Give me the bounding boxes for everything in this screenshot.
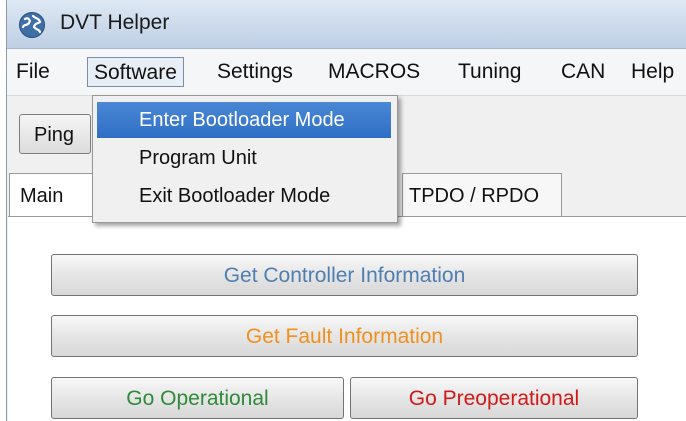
menu-bar: File Software Settings MACROS Tuning CAN… bbox=[7, 49, 686, 96]
title-bar: DVT Helper bbox=[7, 0, 686, 49]
app-window: DVT Helper File Software Settings MACROS… bbox=[6, 0, 686, 421]
menu-tuning[interactable]: Tuning bbox=[452, 57, 527, 87]
main-panel: Get Controller Information Get Fault Inf… bbox=[8, 216, 686, 421]
menu-help[interactable]: Help bbox=[625, 57, 680, 87]
tab-main[interactable]: Main bbox=[9, 173, 95, 217]
menu-file[interactable]: File bbox=[10, 57, 56, 87]
globe-icon bbox=[19, 12, 45, 38]
get-controller-info-button[interactable]: Get Controller Information bbox=[51, 254, 638, 296]
menu-item-exit-bootloader[interactable]: Exit Bootloader Mode bbox=[97, 178, 391, 214]
window-title: DVT Helper bbox=[60, 11, 170, 34]
menu-macros[interactable]: MACROS bbox=[322, 57, 426, 87]
go-operational-label: Go Operational bbox=[126, 387, 269, 410]
get-fault-info-button[interactable]: Get Fault Information bbox=[51, 315, 638, 357]
menu-can[interactable]: CAN bbox=[555, 57, 611, 87]
ping-button[interactable]: Ping bbox=[19, 114, 91, 154]
menu-software[interactable]: Software bbox=[87, 57, 184, 87]
menu-item-enter-bootloader[interactable]: Enter Bootloader Mode bbox=[97, 102, 391, 138]
software-dropdown-menu: Enter Bootloader Mode Program Unit Exit … bbox=[92, 95, 398, 223]
go-operational-button[interactable]: Go Operational bbox=[51, 377, 344, 419]
go-preoperational-button[interactable]: Go Preoperational bbox=[350, 377, 638, 419]
tab-pdo[interactable]: TPDO / RPDO bbox=[402, 173, 562, 217]
menu-settings[interactable]: Settings bbox=[211, 57, 299, 87]
get-fault-info-label: Get Fault Information bbox=[245, 325, 444, 348]
get-controller-info-label: Get Controller Information bbox=[223, 264, 466, 287]
go-preoperational-label: Go Preoperational bbox=[408, 387, 580, 410]
menu-item-program-unit[interactable]: Program Unit bbox=[97, 140, 391, 176]
